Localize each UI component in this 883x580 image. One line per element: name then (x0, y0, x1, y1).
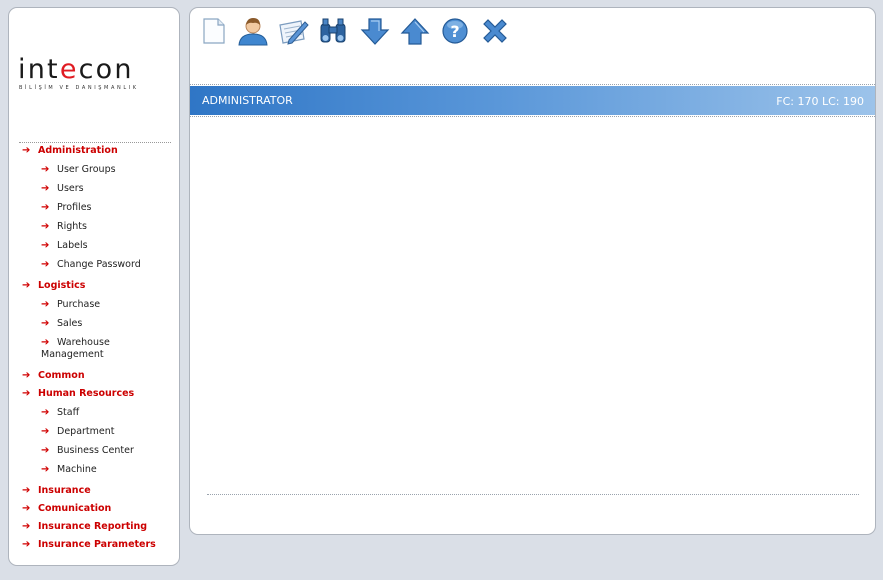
sidebar: intecon BİLİŞİM VE DANIŞMANLIK ➔ Administ… (8, 7, 180, 566)
menu-item-purchase[interactable]: ➔ Purchase (41, 299, 100, 310)
arrow-right-icon: ➔ (22, 539, 31, 550)
menu-item-insurance-parameters[interactable]: ➔ Insurance Parameters (22, 539, 156, 550)
menu-item-insurance-reporting[interactable]: ➔ Insurance Reporting (22, 521, 147, 532)
header-divider-top (190, 84, 875, 85)
sidebar-menu: ➔ Administration ➔ User Groups ➔ Users ➔ Pro… (9, 8, 179, 565)
menu-item-profiles[interactable]: ➔ Profiles (41, 202, 92, 213)
menu-item-department[interactable]: ➔ Department (41, 426, 115, 437)
arrow-right-icon: ➔ (22, 521, 31, 532)
menu-item-sales[interactable]: ➔ Sales (41, 318, 82, 329)
menu-item-warehouse-management[interactable]: ➔ Warehouse Management (41, 337, 151, 361)
menu-item-user-groups[interactable]: ➔ User Groups (41, 164, 116, 175)
close-icon[interactable] (480, 16, 510, 46)
binoculars-icon[interactable] (317, 16, 347, 46)
arrow-right-icon: ➔ (41, 259, 50, 270)
page-title: ADMINISTRATOR (202, 94, 293, 107)
menu-item-staff[interactable]: ➔ Staff (41, 407, 79, 418)
main-panel: ? ADMINISTRATOR FC: 170 LC: 190 (189, 7, 876, 535)
user-icon[interactable] (237, 16, 268, 46)
arrow-right-icon: ➔ (41, 445, 50, 456)
menu-item-administration[interactable]: ➔ Administration (22, 145, 118, 156)
menu-item-labels[interactable]: ➔ Labels (41, 240, 88, 251)
menu-item-human-resources[interactable]: ➔ Human Resources (22, 388, 134, 399)
arrow-right-icon: ➔ (22, 280, 31, 291)
edit-icon[interactable] (277, 16, 309, 46)
menu-item-users[interactable]: ➔ Users (41, 183, 84, 194)
svg-text:?: ? (450, 22, 459, 41)
arrow-right-icon: ➔ (41, 240, 50, 251)
menu-item-insurance[interactable]: ➔ Insurance (22, 485, 91, 496)
arrow-right-icon: ➔ (41, 299, 50, 310)
arrow-right-icon: ➔ (41, 221, 50, 232)
arrow-right-icon: ➔ (41, 337, 50, 348)
arrow-right-icon: ➔ (41, 164, 50, 175)
arrow-up-icon[interactable] (399, 16, 430, 46)
arrow-right-icon: ➔ (41, 183, 50, 194)
menu-item-rights[interactable]: ➔ Rights (41, 221, 87, 232)
arrow-right-icon: ➔ (22, 370, 31, 381)
arrow-right-icon: ➔ (22, 485, 31, 496)
arrow-right-icon: ➔ (41, 202, 50, 213)
arrow-right-icon: ➔ (41, 464, 50, 475)
arrow-right-icon: ➔ (41, 426, 50, 437)
menu-item-change-password[interactable]: ➔ Change Password (41, 259, 141, 270)
arrow-down-icon[interactable] (359, 16, 390, 46)
arrow-right-icon: ➔ (41, 407, 50, 418)
page-header: ADMINISTRATOR FC: 170 LC: 190 (190, 86, 875, 115)
menu-item-business-center[interactable]: ➔ Business Center (41, 445, 134, 456)
menu-item-comunication[interactable]: ➔ Comunication (22, 503, 111, 514)
menu-item-logistics[interactable]: ➔ Logistics (22, 280, 85, 291)
record-counter: FC: 170 LC: 190 (776, 95, 864, 108)
arrow-right-icon: ➔ (41, 318, 50, 329)
header-divider-bottom (190, 116, 875, 117)
menu-item-machine[interactable]: ➔ Machine (41, 464, 97, 475)
arrow-right-icon: ➔ (22, 503, 31, 514)
arrow-right-icon: ➔ (22, 145, 31, 156)
content-divider (207, 494, 859, 495)
menu-item-common[interactable]: ➔ Common (22, 370, 85, 381)
arrow-right-icon: ➔ (22, 388, 31, 399)
help-icon[interactable]: ? (440, 16, 470, 46)
new-document-icon[interactable] (199, 16, 229, 46)
